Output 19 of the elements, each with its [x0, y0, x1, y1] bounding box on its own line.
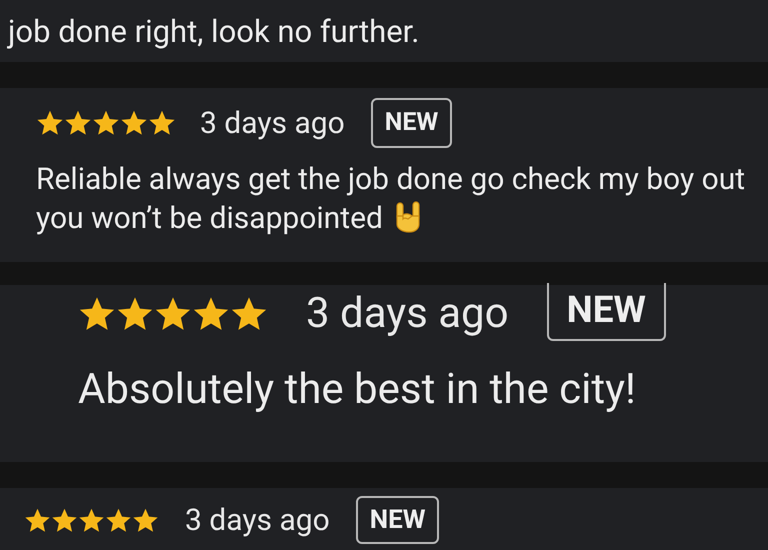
- review-time: 3 days ago: [185, 502, 330, 540]
- new-badge: NEW: [546, 283, 666, 341]
- star-icon: [64, 109, 92, 137]
- star-icon: [78, 506, 105, 534]
- star-icon: [92, 109, 120, 137]
- star-icon: [105, 506, 132, 534]
- star-icon: [148, 109, 176, 137]
- review-text: Reliable always get the job done go check my boy out you won’t be disappointed: [36, 161, 746, 238]
- review-time: 3 days ago: [306, 288, 509, 340]
- star-icon: [36, 109, 64, 137]
- new-badge: NEW: [356, 496, 440, 544]
- review-time: 3 days ago: [200, 104, 345, 142]
- star-icon: [120, 109, 148, 137]
- new-badge: NEW: [370, 98, 452, 148]
- review-text: Absolutely the best in the city!: [78, 366, 637, 414]
- star-icon: [51, 506, 78, 534]
- review-text: job done right, look no further.: [8, 12, 420, 52]
- star-icon: [24, 506, 51, 534]
- star-icon: [132, 506, 159, 534]
